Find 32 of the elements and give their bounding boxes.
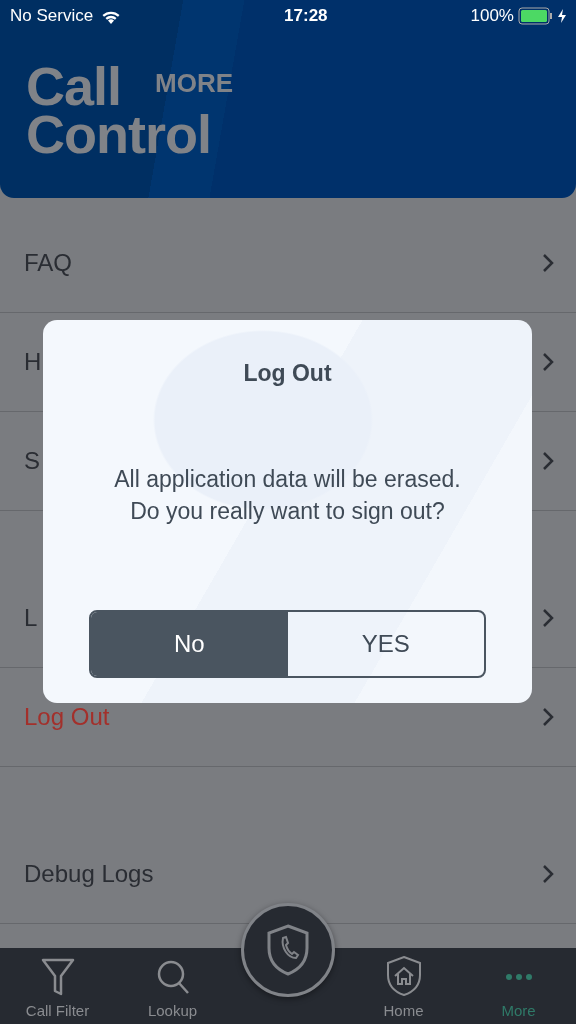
carrier-text: No Service <box>10 5 94 28</box>
app-title-line: Control <box>26 110 211 158</box>
time-text: 17:28 <box>284 5 328 28</box>
tab[interactable]: Home <box>346 955 461 1022</box>
battery-text: 100% <box>470 5 514 28</box>
chevron-icon <box>542 864 554 884</box>
tab[interactable]: Lookup <box>115 957 230 1022</box>
row-label: Log Out <box>24 702 110 732</box>
row-label: Debug Logs <box>24 859 154 889</box>
dialog-title: Log Out <box>242 359 333 388</box>
chevron-icon <box>542 608 554 628</box>
chevron-icon <box>542 707 554 727</box>
row-label: S <box>24 446 40 476</box>
shield-house-icon <box>386 955 421 996</box>
menu-row[interactable]: FAQ <box>0 214 576 313</box>
shield-phone-icon <box>266 924 310 976</box>
dialog-button[interactable]: No <box>91 612 288 676</box>
row-label: L <box>24 603 38 633</box>
charging-icon <box>558 9 566 23</box>
chevron-icon <box>542 352 554 372</box>
section-title: MORE <box>155 67 233 100</box>
tab[interactable]: Call Filter <box>0 957 115 1022</box>
tab[interactable]: More <box>461 957 576 1022</box>
dialog-message: All application data will be erased. Do you really want to sign out? <box>113 464 462 526</box>
chevron-icon <box>542 451 554 471</box>
battery-icon <box>518 7 554 25</box>
filter-icon <box>40 957 75 996</box>
row-label: H <box>24 347 42 377</box>
more-icon <box>505 973 532 980</box>
app-title-line: Call <box>26 62 122 110</box>
row-label: FAQ <box>24 248 72 278</box>
chevron-icon <box>542 253 554 273</box>
